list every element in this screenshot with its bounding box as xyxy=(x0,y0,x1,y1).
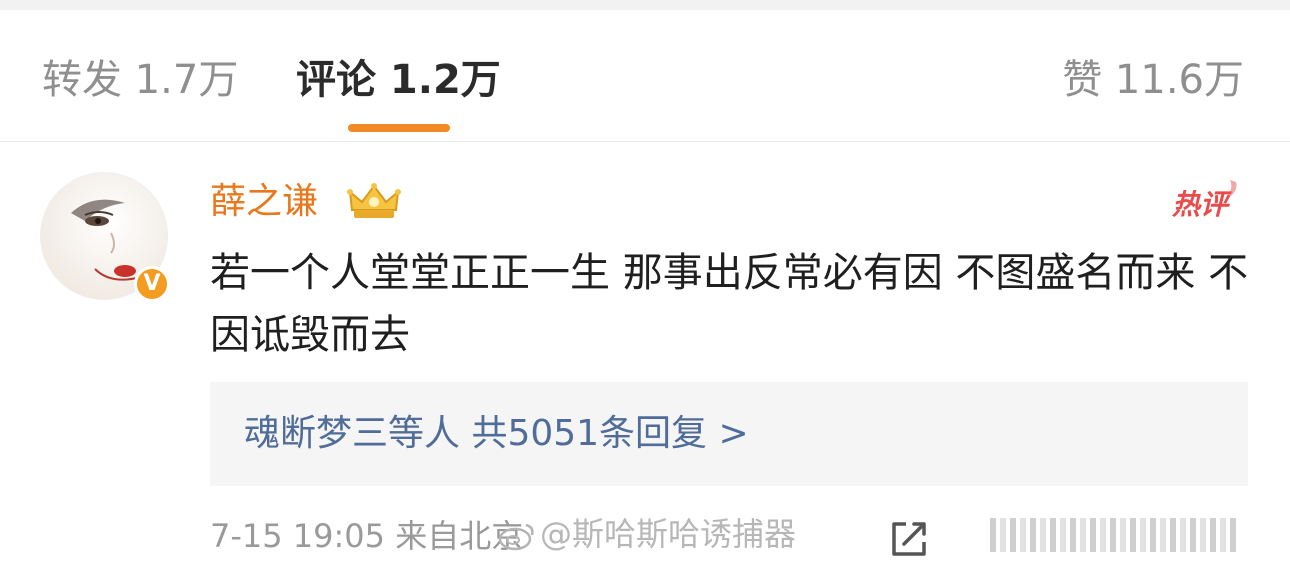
watermark: @斯哈斯哈诱捕器 xyxy=(498,514,796,554)
replies-preview[interactable]: 魂断梦三等人 共5051条回复 > xyxy=(210,382,1248,486)
tab-comment[interactable]: 评论 1.2万 xyxy=(296,56,501,104)
tab-like[interactable]: 赞 11.6万 xyxy=(1062,56,1244,104)
comment-username[interactable]: 薛之谦 xyxy=(210,180,318,224)
share-icon[interactable] xyxy=(886,516,932,562)
replies-link[interactable]: 魂断梦三等人 共5051条回复 > xyxy=(244,412,749,456)
avatar[interactable]: V xyxy=(40,172,170,302)
svg-text:热评: 热评 xyxy=(1171,188,1232,221)
hot-comment-badge: 热评 xyxy=(1171,180,1237,221)
active-tab-indicator xyxy=(348,124,450,132)
comment-body: 若一个人堂堂正正一生 那事出反常必有因 不图盛名而来 不因诋毁而去 xyxy=(210,250,1249,358)
verified-badge: V xyxy=(134,266,170,302)
comment-timestamp-location: 7-15 19:05 来自北京 xyxy=(210,517,524,555)
watermark-text: @斯哈斯哈诱捕器 xyxy=(540,515,797,553)
tab-bar: 转发 1.7万 评论 1.2万 赞 11.6万 xyxy=(0,10,1290,142)
crown-icon xyxy=(347,183,401,218)
like-button-area[interactable] xyxy=(990,518,1242,554)
tab-repost[interactable]: 转发 1.7万 xyxy=(42,56,238,104)
weibo-logo-icon xyxy=(498,523,534,551)
top-strip xyxy=(0,0,1290,10)
